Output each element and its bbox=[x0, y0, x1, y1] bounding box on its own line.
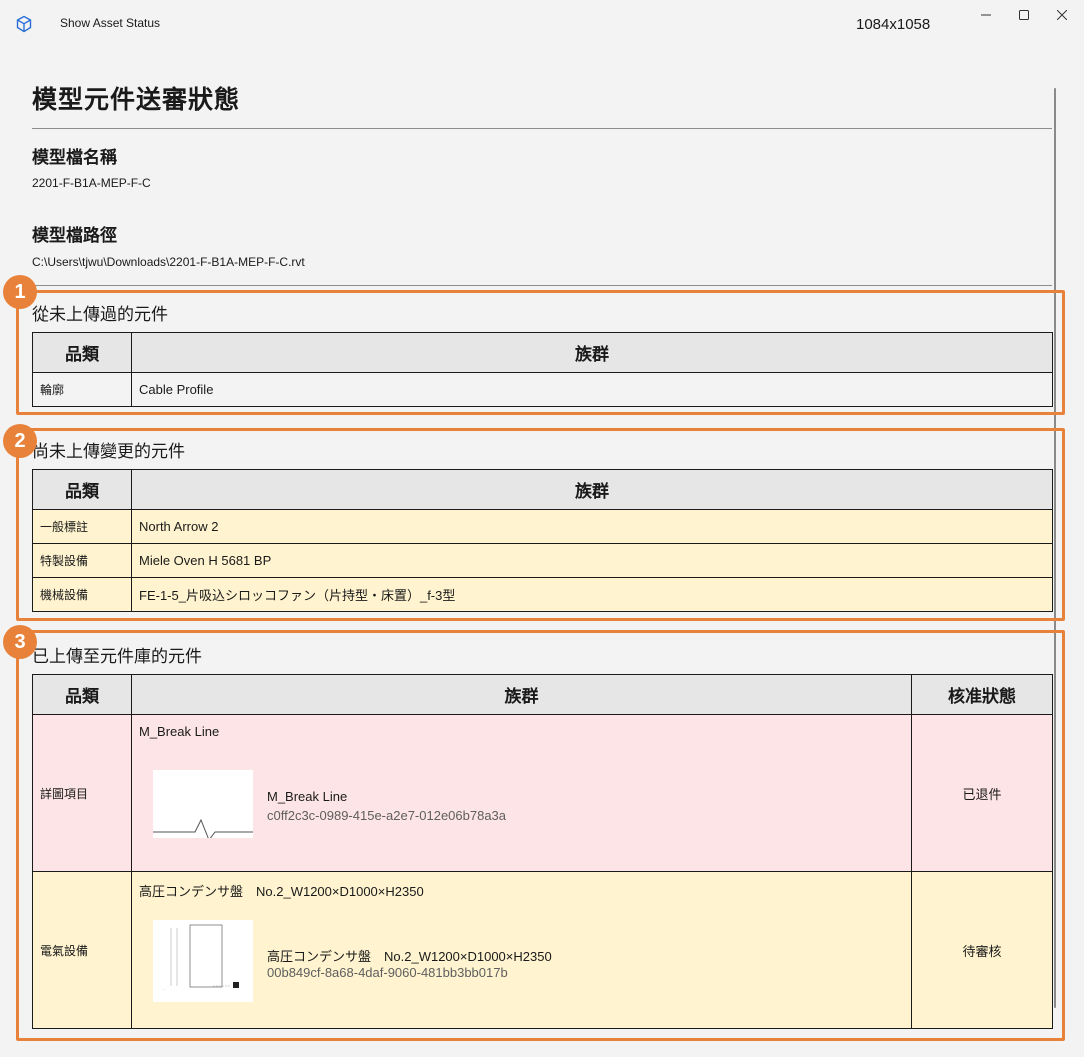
callout-number-3: 3 bbox=[3, 625, 37, 659]
close-button[interactable] bbox=[1042, 0, 1082, 30]
model-path-value: C:\Users\tjwu\Downloads\2201-F-B1A-MEP-F… bbox=[32, 255, 305, 269]
minimize-icon bbox=[981, 14, 991, 16]
title-bar: Show Asset Status 1084x1058 bbox=[0, 0, 1084, 48]
close-icon bbox=[1057, 10, 1067, 20]
model-name-value: 2201-F-B1A-MEP-F-C bbox=[32, 176, 151, 190]
divider bbox=[32, 128, 1052, 129]
window-size-label: 1084x1058 bbox=[856, 16, 931, 33]
callout-box-1 bbox=[16, 290, 1065, 415]
cube-app-icon bbox=[16, 15, 32, 33]
app-window: Show Asset Status 1084x1058 模型元件送審狀態 模型檔… bbox=[0, 0, 1084, 1057]
page-title: 模型元件送審狀態 bbox=[32, 85, 241, 114]
model-path-heading: 模型檔路徑 bbox=[32, 226, 117, 246]
maximize-button[interactable] bbox=[1004, 0, 1044, 30]
callout-number-1: 1 bbox=[3, 275, 37, 309]
callout-box-3 bbox=[16, 630, 1065, 1041]
model-name-heading: 模型檔名稱 bbox=[32, 148, 117, 168]
minimize-button[interactable] bbox=[966, 0, 1006, 30]
window-title: Show Asset Status bbox=[60, 16, 161, 30]
callout-number-2: 2 bbox=[3, 424, 37, 458]
callout-box-2 bbox=[16, 428, 1065, 621]
divider bbox=[32, 285, 1052, 286]
maximize-icon bbox=[1019, 10, 1029, 20]
